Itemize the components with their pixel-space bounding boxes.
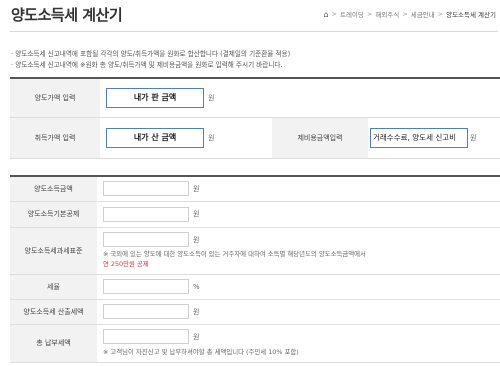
unit-label: 원: [193, 307, 200, 316]
calc-tax-row: 양도소득세 산출세액 원: [10, 299, 500, 325]
gain-label: 양도소득금액: [10, 176, 97, 202]
tax-base-note: ※ 국외에 있는 양도에 대한 양도소득이 있는 거주자에 대하여 소득별 해당…: [103, 250, 366, 258]
sell-amount-label: 양도가액 입력: [10, 78, 100, 118]
unit-label: 원: [470, 133, 477, 142]
expense-input[interactable]: 거래수수료, 양도세 신고비: [370, 127, 468, 148]
input-table: 양도가액 입력 내가 판 금액 원 취득가액 입력 내가 산 금액 원 제비용금액입…: [10, 77, 500, 159]
unit-label: 원: [193, 235, 200, 244]
total-tax-note: ※ 고객님이 자진신고 및 납부하셔야할 총 세액입니다 (주민세 10% 포함…: [103, 348, 299, 356]
breadcrumb-separator: >: [437, 10, 444, 18]
sell-amount-input[interactable]: 내가 판 금액: [106, 87, 204, 108]
unit-label: 원: [208, 93, 215, 102]
breadcrumb-item-trading[interactable]: 트레이딩: [340, 9, 364, 19]
calc-tax-label: 양도소득세 산출세액: [10, 299, 97, 325]
unit-label: 원: [193, 184, 200, 193]
expense-label: 제비용금액입력: [272, 117, 368, 159]
title-divider: [10, 31, 498, 32]
basic-deduction-field[interactable]: [103, 206, 189, 222]
gain-field[interactable]: [103, 181, 189, 197]
buy-amount-input[interactable]: 내가 산 금액: [106, 127, 204, 148]
breadcrumb-item-overseas-stock[interactable]: 해외주식: [375, 9, 399, 19]
home-icon[interactable]: ⌂: [323, 10, 328, 19]
buy-amount-row: 취득가액 입력 내가 산 금액 원 제비용금액입력 거래수수료, 양도세 신고비 원: [10, 117, 500, 159]
notice-item: · 양도소득세 신고내역에 ※원화 총 양도/취득가액 및 제비용금액을 원화로…: [11, 61, 283, 69]
percent-unit: %: [193, 282, 200, 291]
notice-list: · 양도소득세 신고내역에 포함될 각각의 양도/취득가액을 원화로 합산합니다…: [11, 49, 290, 71]
tax-base-field[interactable]: [103, 232, 189, 247]
gain-row: 양도소득금액 원: [10, 176, 500, 202]
total-tax-field[interactable]: [103, 329, 189, 344]
breadcrumb-item-current: 양도소득세 계산기: [446, 11, 496, 19]
breadcrumb-separator: >: [366, 10, 373, 18]
breadcrumb-separator: >: [402, 10, 408, 18]
breadcrumb: ⌂ > 트레이딩 > 해외주식 > 세금안내 > 양도소득세 계산기: [323, 9, 496, 20]
breadcrumb-item-tax-guide[interactable]: 세금안내: [411, 9, 435, 19]
calc-tax-field[interactable]: [103, 304, 189, 319]
total-tax-row: 총 납부세액 원 ※ 고객님이 자진신고 및 납부하셔야할 총 세액입니다 (주…: [10, 324, 500, 363]
unit-label: 원: [193, 210, 200, 218]
breadcrumb-separator: >: [331, 10, 337, 18]
page-title: 양도소득세 계산기: [11, 6, 123, 24]
unit-label: 원: [193, 332, 200, 341]
total-tax-label: 총 납부세액: [10, 324, 97, 363]
basic-deduction-row: 양도소득기본공제 원: [10, 201, 500, 228]
rate-row: 세율 %: [10, 274, 500, 300]
tax-base-label: 양도소득세과세표준: [10, 227, 97, 275]
notice-item: · 양도소득세 신고내역에 포함될 각각의 양도/취득가액을 원화로 합산합니다…: [11, 50, 291, 58]
sell-amount-row: 양도가액 입력 내가 판 금액 원: [10, 78, 500, 118]
buy-amount-label: 취득가액 입력: [10, 117, 100, 159]
basic-deduction-label: 양도소득기본공제: [10, 201, 97, 228]
result-table: 양도소득금액 원 양도소득기본공제 원 양도소득세과세표준 원 ※ 국외에 있는…: [10, 175, 500, 363]
unit-label: 원: [208, 133, 215, 142]
tax-base-row: 양도소득세과세표준 원 ※ 국외에 있는 양도에 대한 양도소득이 있는 거주자…: [10, 227, 500, 275]
tax-base-note-highlight: 연 250만원 공제: [103, 260, 149, 268]
rate-label: 세율: [10, 274, 97, 300]
rate-field[interactable]: [103, 279, 189, 294]
